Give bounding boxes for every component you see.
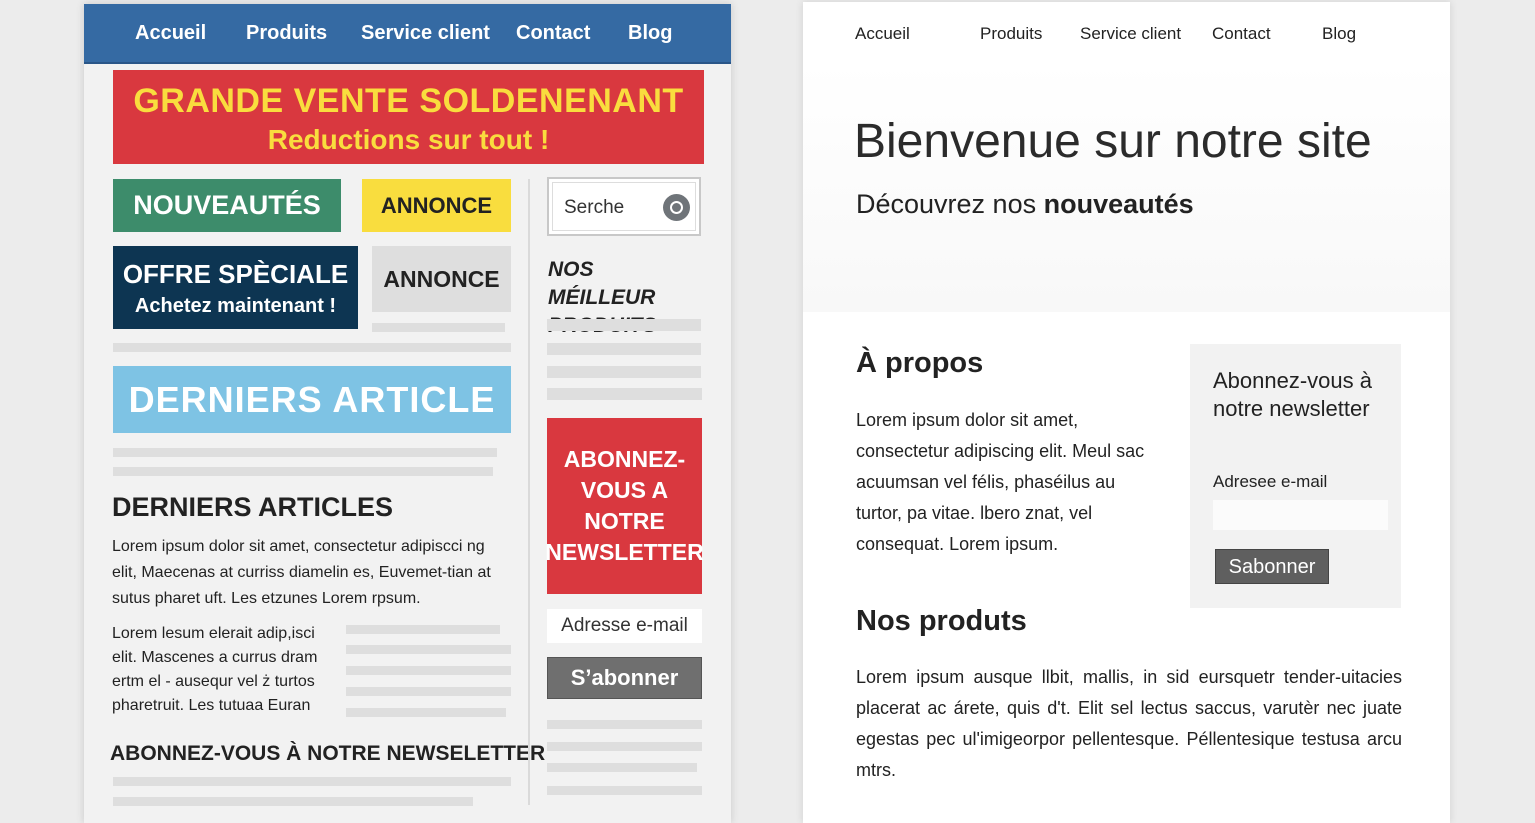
placeholder-line (547, 742, 702, 751)
about-paragraph: Lorem ipsum dolor sit amet, consectetur … (856, 410, 1145, 554)
newsletter-footer-heading: ABONNEZ-VOUS À NOTRE NEWSELETTER (110, 742, 546, 765)
subscribe-button-right[interactable]: Sabonner (1215, 549, 1329, 584)
products-heading: Nos produts (856, 605, 1027, 637)
placeholder-line (547, 319, 701, 331)
placeholder-line (547, 763, 697, 772)
placeholder-line (346, 666, 511, 675)
search-placeholder[interactable]: Serche (564, 197, 624, 219)
newsletter-card: Abonnez-vous à notre newsletter Adresee … (1190, 344, 1401, 608)
placeholder-line (113, 777, 511, 786)
placeholder-line (113, 797, 473, 806)
left-nav-produits[interactable]: Produits (246, 22, 327, 45)
about-heading: À propos (856, 347, 984, 379)
sale-banner-title: GRANDE VENTE SOLDENENANT (133, 82, 684, 120)
articles-paragraph-2: Lorem lesum elerait adip,isci elit. Masc… (112, 625, 318, 714)
products-paragraph: Lorem ipsum ausque llbit, mallis, in sid… (856, 667, 1402, 780)
annonce-tile-yellow[interactable]: ANNONCE (362, 179, 511, 232)
hero-section (803, 62, 1450, 312)
placeholder-line (547, 343, 701, 355)
column-divider (528, 179, 530, 805)
right-nav-service-client[interactable]: Service client (1080, 24, 1181, 44)
placeholder-line (346, 708, 506, 717)
clean-page-mockup: Accueil Produits Service client Contact … (803, 2, 1450, 823)
placeholder-line (547, 366, 701, 378)
placeholder-line (346, 645, 511, 654)
left-nav-blog[interactable]: Blog (628, 22, 672, 45)
hero-subtitle: Découvrez nos nouveautés (856, 189, 1194, 220)
articles-paragraph-1: Lorem ipsum dolor sit amet, consectetur … (112, 538, 491, 607)
left-nav-contact[interactable]: Contact (516, 22, 590, 45)
sale-banner-subtitle: Reductions sur tout ! (267, 124, 550, 155)
placeholder-line (346, 687, 511, 696)
search-box[interactable]: Serche (547, 177, 701, 236)
sale-banner[interactable]: GRANDE VENTE SOLDENENANT Reductions sur … (113, 70, 704, 164)
right-nav-contact[interactable]: Contact (1212, 24, 1271, 44)
left-nav-bar: Accueil Produits Service client Contact … (84, 4, 731, 64)
right-nav-bar: Accueil Produits Service client Contact … (803, 2, 1450, 62)
placeholder-line (547, 720, 702, 729)
right-nav-accueil[interactable]: Accueil (855, 24, 910, 44)
email-input[interactable]: Adresse e-mail (547, 609, 702, 643)
search-icon[interactable] (663, 194, 690, 221)
derniers-article-banner[interactable]: DERNIERS ARTICLE (113, 366, 511, 433)
email-field[interactable] (1213, 500, 1388, 530)
left-nav-accueil[interactable]: Accueil (135, 22, 206, 45)
right-nav-blog[interactable]: Blog (1322, 24, 1356, 44)
placeholder-line (547, 388, 702, 400)
email-label: Adresee e-mail (1213, 472, 1328, 491)
placeholder-line (113, 467, 493, 476)
nouveautes-tile[interactable]: NOUVEAUTÉS (113, 179, 341, 232)
placeholder-line (372, 323, 505, 332)
cluttered-page-mockup: Accueil Produits Service client Contact … (84, 4, 731, 823)
left-nav-service-client[interactable]: Service client (361, 22, 490, 45)
placeholder-line (346, 625, 500, 634)
hero-subtitle-text: Découvrez nos (856, 189, 1037, 219)
offre-speciale-title: OFFRE SPÈCIALE (122, 259, 349, 289)
right-nav-produits[interactable]: Produits (980, 24, 1042, 44)
placeholder-line (113, 343, 511, 352)
subscribe-button[interactable]: S’abonner (547, 657, 702, 699)
hero-title: Bienvenue sur notre site (854, 115, 1372, 168)
offre-speciale-subtitle: Achetez maintenant ! (134, 295, 337, 317)
placeholder-line (113, 448, 497, 457)
newsletter-subscribe-box[interactable]: ABONNEZ-VOUS A NOTRE NEWSLETTER (545, 418, 704, 594)
newsletter-card-title: Abonnez-vous à notre newsletter (1213, 368, 1372, 421)
placeholder-line (547, 786, 702, 795)
articles-heading: DERNIERS ARTICLES (112, 492, 394, 522)
annonce-tile-gray[interactable]: ANNONCE (372, 246, 511, 312)
offre-speciale-tile[interactable]: OFFRE SPÈCIALE Achetez maintenant ! (113, 246, 358, 329)
hero-subtitle-bold: nouveautés (1043, 189, 1194, 219)
